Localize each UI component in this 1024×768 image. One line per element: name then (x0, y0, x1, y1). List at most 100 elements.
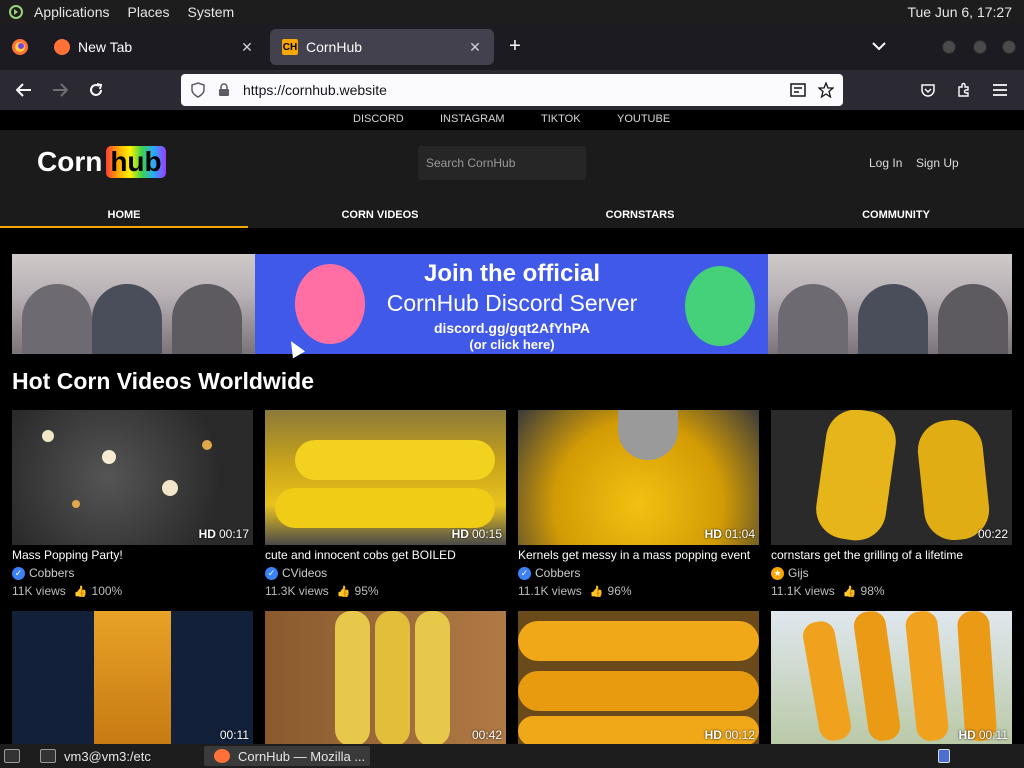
minimize-window-button[interactable] (942, 40, 956, 54)
tab-cornhub[interactable]: CH CornHub ✕ (270, 29, 494, 65)
login-link[interactable]: Log In (869, 156, 902, 170)
tiktok-link[interactable]: TIKTOK (541, 113, 581, 125)
reload-button[interactable] (84, 78, 108, 102)
youtube-link[interactable]: YOUTUBE (617, 113, 670, 125)
firefox-view-icon[interactable] (10, 37, 30, 57)
forward-button[interactable] (48, 78, 72, 102)
close-tab-icon[interactable]: ✕ (238, 38, 256, 56)
gnome-top-panel: Applications Places System Tue Jun 6, 17… (0, 0, 1024, 24)
lock-icon[interactable] (213, 79, 235, 101)
video-duration: HD 00:17 (198, 527, 249, 541)
video-thumbnail[interactable]: HD 00:12 (518, 611, 759, 744)
video-channel[interactable]: ★ Gijs (771, 566, 1012, 580)
social-links-bar: DISCORD INSTAGRAM TIKTOK YOUTUBE (0, 110, 1024, 130)
video-thumbnail[interactable]: 00:22 (771, 410, 1012, 545)
video-stats: 11.1K views 👍 98% (771, 584, 885, 598)
video-card[interactable]: 00:42 (265, 611, 506, 744)
gnome-foot-icon[interactable] (6, 2, 26, 22)
video-thumbnail[interactable]: 00:42 (265, 611, 506, 744)
video-thumbnail[interactable]: HD 00:15 (265, 410, 506, 545)
places-menu[interactable]: Places (128, 4, 170, 20)
back-button[interactable] (12, 78, 36, 102)
corn-cob (295, 440, 495, 480)
taskbar-firefox[interactable]: CornHub — Mozilla ... (204, 746, 370, 766)
video-card[interactable]: 00:11 (12, 611, 253, 744)
tab-new-tab[interactable]: New Tab ✕ (42, 29, 266, 65)
corn-cob (956, 611, 998, 742)
instagram-link[interactable]: INSTAGRAM (440, 113, 505, 125)
discord-link[interactable]: DISCORD (353, 113, 404, 125)
banner-discord-panel[interactable]: Join the official CornHub Discord Server… (255, 254, 769, 354)
banner-subtitle: CornHub Discord Server (386, 290, 638, 316)
close-tab-icon[interactable]: ✕ (466, 38, 484, 56)
pocket-icon[interactable] (916, 78, 940, 102)
thumbs-up-icon: 👍 (842, 585, 857, 598)
nav-home[interactable]: HOME (0, 202, 248, 228)
video-duration: 00:22 (977, 527, 1008, 541)
workspace-switcher[interactable] (938, 746, 958, 766)
verified-badge-icon: ✓ (265, 566, 278, 580)
video-channel[interactable]: ✓ CVideos (265, 566, 506, 580)
bookmark-star-icon[interactable] (815, 79, 837, 101)
video-title[interactable]: Kernels get messy in a mass popping even… (518, 548, 759, 562)
banner-person (778, 284, 848, 354)
cornhub-favicon-icon: CH (282, 39, 298, 55)
popcorn-kernel (102, 450, 116, 464)
cornhub-logo[interactable]: Corn hub (37, 142, 166, 182)
star-badge-icon: ★ (771, 566, 784, 580)
video-stats: 11.3K views 👍 95% (265, 584, 379, 598)
video-thumbnail[interactable]: 00:11 (12, 611, 253, 744)
new-tab-button[interactable]: + (504, 35, 526, 57)
list-all-tabs-button[interactable] (868, 35, 890, 57)
video-duration: HD 01:04 (704, 527, 755, 541)
corn-cob (335, 611, 370, 744)
banner-discord-link[interactable]: discord.gg/gqt2AfYhPA (255, 320, 769, 336)
search-input[interactable] (418, 146, 586, 180)
video-card[interactable]: HD 00:12 (518, 611, 759, 744)
nav-community[interactable]: COMMUNITY (772, 202, 1020, 228)
url-bar[interactable]: https://cornhub.website (181, 74, 843, 106)
video-title[interactable]: cornstars get the grilling of a lifetime (771, 548, 1012, 562)
video-thumbnail[interactable]: HD 00:11 (771, 611, 1012, 744)
main-navigation: HOME CORN VIDEOS CORNSTARS COMMUNITY (0, 202, 1024, 228)
video-card[interactable]: HD 00:17 Mass Popping Party! ✓ Cobbers 11K… (12, 410, 253, 598)
banner-cta[interactable]: (or click here) (255, 337, 769, 352)
thumbs-up-icon: 👍 (336, 585, 351, 598)
web-page-content: DISCORD INSTAGRAM TIKTOK YOUTUBE Corn hu… (0, 110, 1024, 744)
corn-cob (518, 671, 759, 711)
corn-cob (94, 611, 171, 744)
extensions-icon[interactable] (952, 78, 976, 102)
task-label: vm3@vm3:/etc (64, 748, 151, 764)
maximize-window-button[interactable] (973, 40, 987, 54)
taskbar-terminal[interactable]: vm3@vm3:/etc (40, 746, 190, 766)
close-window-button[interactable] (1002, 40, 1016, 54)
banner-title: Join the official (423, 260, 600, 287)
system-menu[interactable]: System (188, 4, 235, 20)
video-thumbnail[interactable]: HD 00:17 (12, 410, 253, 545)
popcorn-kernel (42, 430, 54, 442)
nav-corn-videos[interactable]: CORN VIDEOS (256, 202, 504, 228)
video-card[interactable]: HD 01:04 Kernels get messy in a mass popp… (518, 410, 759, 598)
verified-badge-icon: ✓ (518, 566, 531, 580)
applications-menu[interactable]: Applications (34, 4, 110, 20)
corn-cob (852, 611, 902, 743)
discord-banner[interactable]: Join the official CornHub Discord Server… (12, 254, 1012, 354)
video-card[interactable]: HD 00:11 (771, 611, 1012, 744)
panel-clock[interactable]: Tue Jun 6, 17:27 (907, 4, 1012, 20)
nav-cornstars[interactable]: CORNSTARS (516, 202, 764, 228)
video-thumbnail[interactable]: HD 01:04 (518, 410, 759, 545)
hamburger-menu-icon[interactable] (988, 78, 1012, 102)
video-channel[interactable]: ✓ Cobbers (518, 566, 759, 580)
video-title[interactable]: cute and innocent cobs get BOILED (265, 548, 506, 562)
video-title[interactable]: Mass Popping Party! (12, 548, 253, 562)
video-stats: 11.1K views 👍 96% (518, 584, 632, 598)
tracking-protection-shield-icon[interactable] (187, 79, 209, 101)
reader-view-icon[interactable] (787, 79, 809, 101)
video-channel[interactable]: ✓ Cobbers (12, 566, 253, 580)
url-text[interactable]: https://cornhub.website (243, 82, 787, 98)
video-card[interactable]: 00:22 cornstars get the grilling of a li… (771, 410, 1012, 598)
popcorn-kernel (72, 500, 80, 508)
signup-link[interactable]: Sign Up (916, 156, 959, 170)
video-card[interactable]: HD 00:15 cute and innocent cobs get BOILE… (265, 410, 506, 598)
show-desktop-icon[interactable] (4, 746, 24, 766)
